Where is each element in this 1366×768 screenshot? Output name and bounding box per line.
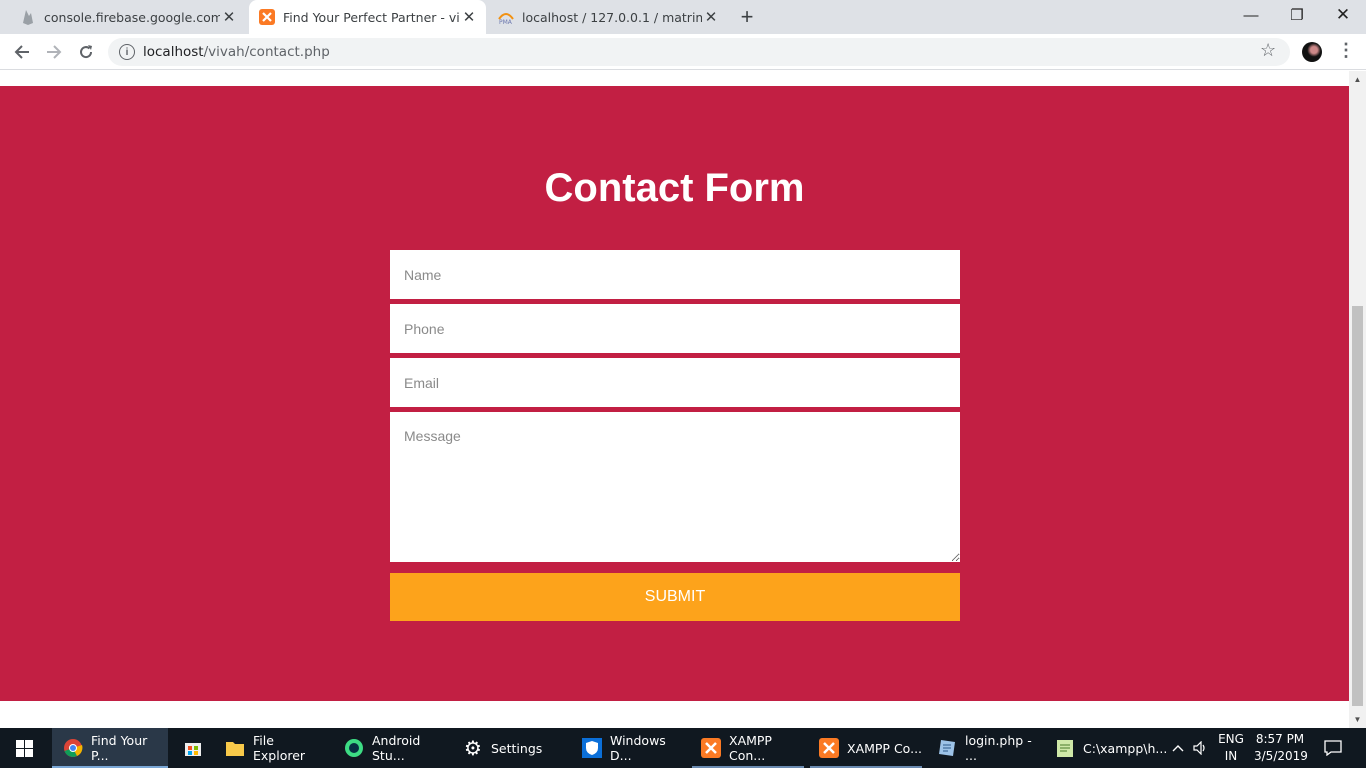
phone-input[interactable]	[390, 304, 960, 353]
forward-arrow-icon[interactable]	[40, 38, 68, 66]
scroll-up-icon[interactable]: ▲	[1349, 71, 1366, 88]
chrome-icon	[62, 737, 84, 759]
close-window-button[interactable]: ✕	[1320, 0, 1366, 30]
close-tab-icon[interactable]: ✕	[220, 8, 238, 26]
scrollbar-thumb[interactable]	[1352, 306, 1363, 706]
taskbar-item-windows-defender[interactable]: Windows D...	[571, 728, 688, 768]
editor-icon	[936, 737, 958, 759]
minimize-button[interactable]: —	[1228, 0, 1274, 30]
name-input[interactable]	[390, 250, 960, 299]
lang-region: IN	[1224, 749, 1238, 763]
xampp-icon	[700, 737, 722, 759]
folder-icon	[224, 737, 246, 759]
start-button[interactable]	[0, 728, 48, 768]
store-icon	[182, 737, 204, 759]
new-tab-button[interactable]: +	[734, 4, 760, 30]
windows-defender-icon	[581, 737, 603, 759]
android-studio-icon	[343, 737, 365, 759]
url-path: /vivah/contact.php	[203, 44, 330, 60]
taskbar-item-xampp-2[interactable]: XAMPP Co...	[808, 728, 924, 768]
browser-toolbar: i localhost/vivah/contact.php	[0, 34, 1366, 70]
notepad-icon	[1054, 737, 1076, 759]
contact-section: Contact Form SUBMIT	[0, 86, 1349, 701]
tab-title: localhost / 127.0.0.1 / matrimony	[522, 9, 702, 25]
gear-icon: ⚙	[464, 736, 482, 760]
close-tab-icon[interactable]: ✕	[702, 8, 720, 26]
page-scrollbar[interactable]: ▲ ▼	[1349, 71, 1366, 728]
taskbar-item-notepad[interactable]: C:\xampp\h...	[1044, 728, 1167, 768]
restore-button[interactable]: ❐	[1274, 0, 1320, 30]
page-title: Contact Form	[544, 166, 805, 210]
taskbar-label: login.php - ...	[965, 733, 1032, 763]
reload-icon[interactable]	[72, 38, 100, 66]
windows-logo-icon	[15, 739, 33, 757]
xampp-icon	[818, 737, 840, 759]
lang-code: ENG	[1218, 732, 1244, 746]
taskbar-label: Find Your P...	[91, 733, 148, 763]
svg-text:PMA: PMA	[499, 19, 513, 25]
submit-button[interactable]: SUBMIT	[390, 573, 960, 621]
page-viewport: Contact Form SUBMIT	[0, 71, 1349, 728]
scroll-down-icon[interactable]: ▼	[1349, 711, 1366, 728]
profile-avatar[interactable]	[1302, 42, 1322, 62]
clock-time: 8:57 PM	[1255, 732, 1305, 746]
tab-phpmyadmin[interactable]: PMA localhost / 127.0.0.1 / matrimony ✕	[488, 0, 728, 34]
close-tab-icon[interactable]: ✕	[460, 8, 478, 26]
taskbar-item-xampp-1[interactable]: XAMPP Con...	[690, 728, 806, 768]
clock-date: 3/5/2019	[1254, 749, 1308, 763]
show-hidden-icons-icon[interactable]	[1168, 728, 1188, 768]
taskbar-item-android-studio[interactable]: Android Stu...	[333, 728, 450, 768]
url-host: localhost	[143, 44, 204, 60]
email-input[interactable]	[390, 358, 960, 407]
taskbar-item-editor[interactable]: login.php - ...	[926, 728, 1043, 768]
tab-strip: console.firebase.google.com ✕ Find Your …	[0, 0, 1366, 34]
info-icon[interactable]: i	[119, 44, 135, 60]
taskbar-item-chrome[interactable]: Find Your P...	[52, 728, 168, 768]
taskbar-label: File Explorer	[253, 733, 306, 763]
address-bar[interactable]: i localhost/vivah/contact.php	[108, 38, 1290, 66]
taskbar-label: Windows D...	[610, 733, 666, 763]
firebase-icon	[20, 9, 36, 25]
taskbar-label: XAMPP Co...	[847, 740, 923, 756]
back-arrow-icon[interactable]	[8, 38, 36, 66]
windows-taskbar: Find Your P... File Explorer Android Stu…	[0, 728, 1366, 768]
taskbar-label: XAMPP Con...	[729, 733, 772, 763]
tab-title: console.firebase.google.com	[44, 9, 220, 25]
menu-icon[interactable]: ⋮	[1337, 40, 1355, 61]
taskbar-label: Settings	[491, 740, 543, 756]
language-indicator[interactable]: ENG IN	[1216, 731, 1246, 765]
tab-title: Find Your Perfect Partner - vivha	[283, 9, 460, 25]
action-center-icon[interactable]	[1318, 728, 1348, 768]
system-clock[interactable]: 8:57 PM 3/5/2019	[1254, 731, 1308, 765]
taskbar-label: Android Stu...	[372, 733, 421, 763]
taskbar-item-file-explorer[interactable]: File Explorer	[214, 728, 329, 768]
bookmark-star-icon[interactable]: ☆	[1260, 40, 1276, 61]
taskbar-item-store[interactable]	[172, 728, 212, 768]
phpmyadmin-icon: PMA	[498, 9, 514, 25]
xampp-icon	[259, 9, 275, 25]
volume-icon[interactable]	[1190, 728, 1212, 768]
message-textarea[interactable]	[390, 412, 960, 562]
taskbar-label: C:\xampp\h...	[1083, 740, 1168, 756]
tab-find-your-perfect-partner[interactable]: Find Your Perfect Partner - vivha ✕	[249, 0, 486, 34]
url-text: localhost/vivah/contact.php	[143, 44, 330, 60]
tab-firebase[interactable]: console.firebase.google.com ✕	[0, 0, 246, 34]
taskbar-item-settings[interactable]: ⚙ Settings	[452, 728, 570, 768]
